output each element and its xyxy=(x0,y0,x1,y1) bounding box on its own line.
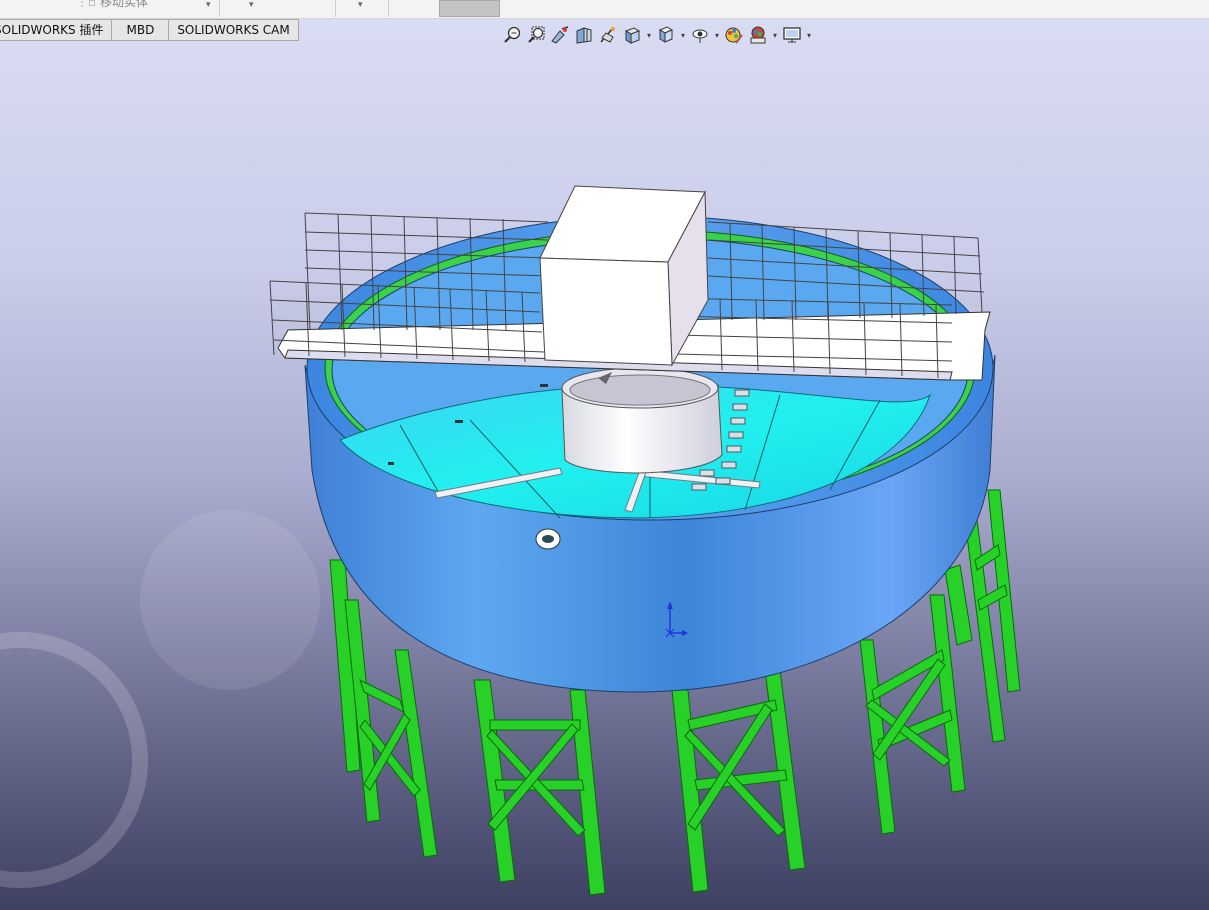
support-leg xyxy=(473,679,606,896)
dynamic-annotation-views-icon xyxy=(600,27,615,43)
background-glow xyxy=(0,510,320,888)
apply-scene-button[interactable] xyxy=(746,23,770,47)
view-settings-icon xyxy=(783,27,801,43)
view-settings-button[interactable] xyxy=(780,23,804,47)
apply-scene-icon xyxy=(750,26,766,44)
previous-view-icon xyxy=(551,26,569,44)
edit-appearance-button[interactable] xyxy=(722,23,746,47)
chevron-down-icon[interactable]: ▾ xyxy=(678,31,688,40)
separator xyxy=(335,0,336,17)
support-leg xyxy=(671,669,806,893)
tab-label: SOLIDWORKS 插件 xyxy=(0,23,104,37)
view-orientation-button[interactable] xyxy=(620,23,644,47)
center-well xyxy=(561,367,723,474)
chevron-down-icon[interactable]: ▾ xyxy=(770,31,780,40)
tab-mbd[interactable]: MBD xyxy=(112,19,170,41)
move-body-command[interactable]: ⋮▫ 移动实体 xyxy=(76,0,148,15)
move-body-icon: ⋮▫ xyxy=(76,0,97,9)
origin-triad-icon xyxy=(665,601,688,638)
zoom-to-area-icon xyxy=(528,26,545,43)
chevron-down-icon[interactable]: ▾ xyxy=(206,0,211,10)
tab-solidworks-cam[interactable]: SOLIDWORKS CAM xyxy=(169,19,299,41)
dynamic-annotation-views-button[interactable] xyxy=(596,23,620,47)
zoom-to-area-button[interactable] xyxy=(524,23,548,47)
section-view-button[interactable] xyxy=(572,23,596,47)
command-manager-strip: ⋮▫ 移动实体 ▾ ▾ ▾ xyxy=(0,0,1209,19)
heads-up-view-toolbar: ▾ ▾ ▾ ▾ ▾ xyxy=(500,22,814,48)
tab-solidworks-addins[interactable]: SOLIDWORKS 插件 xyxy=(0,19,113,41)
drive-unit-box xyxy=(539,185,709,367)
graphics-area[interactable] xyxy=(0,19,1209,910)
chevron-down-icon[interactable]: ▾ xyxy=(712,31,722,40)
move-body-label: 移动实体 xyxy=(99,0,148,9)
chevron-down-icon[interactable]: ▾ xyxy=(249,0,254,10)
separator xyxy=(219,0,220,17)
zoom-to-fit-button[interactable] xyxy=(500,23,524,47)
tab-label: SOLIDWORKS CAM xyxy=(177,23,290,37)
previous-view-button[interactable] xyxy=(548,23,572,47)
display-style-icon xyxy=(658,26,674,43)
zoom-to-fit-icon xyxy=(504,26,521,43)
command-manager-tabs: SOLIDWORKS 插件 MBD SOLIDWORKS CAM xyxy=(0,19,299,41)
edit-appearance-icon xyxy=(725,27,743,44)
section-view-icon xyxy=(576,27,592,44)
selected-command-button[interactable] xyxy=(439,0,500,17)
hide-show-items-icon xyxy=(692,29,708,43)
chevron-down-icon[interactable]: ▾ xyxy=(358,0,363,10)
hide-show-items-button[interactable] xyxy=(688,23,712,47)
chevron-down-icon[interactable]: ▾ xyxy=(644,31,654,40)
chevron-down-icon[interactable]: ▾ xyxy=(804,31,814,40)
tab-label: MBD xyxy=(126,23,155,37)
inlet-nozzle xyxy=(535,528,561,550)
display-style-button[interactable] xyxy=(654,23,678,47)
separator xyxy=(388,0,389,17)
view-orientation-icon xyxy=(624,27,641,44)
clarifier-tank-model[interactable] xyxy=(0,19,1209,910)
